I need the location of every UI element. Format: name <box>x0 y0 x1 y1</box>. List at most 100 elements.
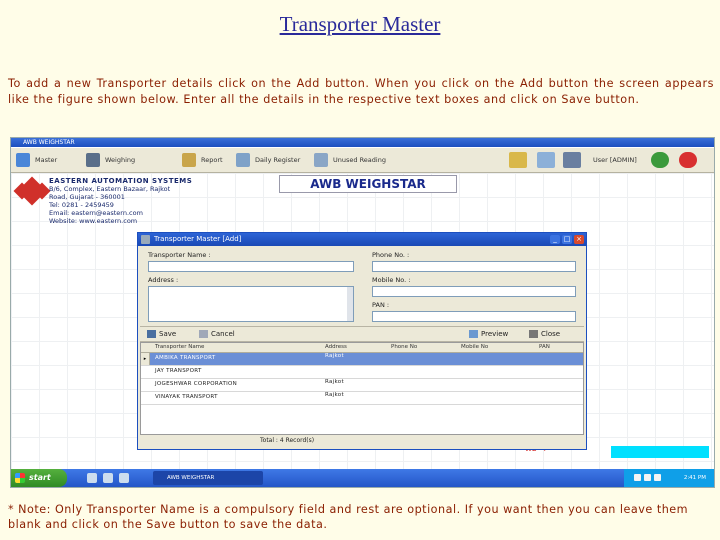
phone-label: Phone No. : <box>372 251 410 259</box>
cancel-label: Cancel <box>211 330 235 338</box>
ie-icon[interactable] <box>87 473 97 483</box>
transporter-table: Transporter Name Address Phone No Mobile… <box>140 342 584 435</box>
company-info: EASTERN AUTOMATION SYSTEMS B/6, Complex,… <box>49 177 279 225</box>
toolbar-weighing-button[interactable]: Weighing <box>85 152 135 168</box>
system-tray: 2:41 PM <box>624 469 714 487</box>
toolbar-unused-reading-label: Unused Reading <box>333 156 386 164</box>
record-count-status: Total : 4 Record(s) <box>140 436 584 446</box>
start-label: start <box>29 473 51 482</box>
company-name: EASTERN AUTOMATION SYSTEMS <box>49 177 193 185</box>
main-toolbar: Master Weighing Report Daily Register Un… <box>11 148 714 173</box>
toolbar-unused-reading-button[interactable]: Unused Reading <box>313 152 386 168</box>
exit-icon[interactable] <box>679 152 697 168</box>
address-cell: Rajkot <box>325 392 344 398</box>
brand-box: AWB WEIGHSTAR <box>279 175 457 193</box>
toolbar-master-button[interactable]: Master <box>15 152 57 168</box>
preview-icon <box>469 330 478 338</box>
dialog-app-icon <box>141 235 150 244</box>
address-cell: Rajkot <box>325 379 344 385</box>
toolbar-daily-register-label: Daily Register <box>255 156 301 164</box>
dialog-title-bar: Transporter Master [Add] _ □ × <box>138 233 586 246</box>
cancel-button[interactable]: Cancel <box>198 328 235 340</box>
table-row[interactable]: JOGESHWAR CORPORATION Rajkot <box>141 379 583 392</box>
column-header[interactable]: Transporter Name <box>155 343 204 352</box>
start-button[interactable]: start <box>11 469 67 487</box>
transporter-name-label: Transporter Name : <box>148 251 211 259</box>
company-line: Website: www.eastern.com <box>49 217 138 225</box>
address-scrollbar[interactable] <box>347 287 353 321</box>
record-count-text: Total : 4 Record(s) <box>260 437 315 444</box>
transporter-name-cell: JOGESHWAR CORPORATION <box>155 381 238 387</box>
tray-icon[interactable] <box>634 474 641 481</box>
app-screenshot: AWB WEIGHSTAR Master Weighing Report Dai… <box>10 137 715 488</box>
keys-icon[interactable] <box>509 152 527 168</box>
taskbar-app-button[interactable]: AWB WEIGHSTAR <box>153 471 263 485</box>
user-label: User [ADMIN] <box>593 156 637 164</box>
table-row[interactable]: JAY TRANSPORT <box>141 366 583 379</box>
save-button[interactable]: Save <box>146 328 176 340</box>
taskbar-clock: 2:41 PM <box>683 475 706 481</box>
dialog-button-bar: Save Cancel Preview Close <box>140 326 584 342</box>
daily-register-icon <box>236 153 250 167</box>
column-header[interactable]: PAN <box>539 343 550 352</box>
weighing-icon <box>86 153 100 167</box>
desktop-icon[interactable] <box>103 473 113 483</box>
close-icon[interactable]: × <box>574 235 584 244</box>
save-icon <box>147 330 156 338</box>
toolbar-master-label: Master <box>35 156 58 164</box>
mobile-label: Mobile No. : <box>372 276 411 284</box>
close-x-icon <box>529 330 538 338</box>
windows-taskbar: start AWB WEIGHSTAR 2:41 PM <box>11 469 714 487</box>
toolbar-daily-register-button[interactable]: Daily Register <box>235 152 300 168</box>
tray-icon[interactable] <box>644 474 651 481</box>
company-line: Tel: 0281 - 2459459 <box>49 201 114 209</box>
weight-display-bar <box>611 446 709 458</box>
taskbar-app-label: AWB WEIGHSTAR <box>167 475 215 481</box>
phone-input[interactable] <box>372 261 576 272</box>
close-label: Close <box>541 330 561 338</box>
table-header: Transporter Name Address Phone No Mobile… <box>141 343 583 353</box>
preview-button[interactable]: Preview <box>468 328 508 340</box>
table-row[interactable]: VINAYAK TRANSPORT Rajkot <box>141 392 583 405</box>
user-icon[interactable] <box>651 152 669 168</box>
toolbar-report-button[interactable]: Report <box>181 152 223 168</box>
tray-icon[interactable] <box>654 474 661 481</box>
folder-icon[interactable] <box>119 473 129 483</box>
user-button[interactable]: User [ADMIN] <box>589 152 637 168</box>
toolbar-weighing-label: Weighing <box>105 156 136 164</box>
pan-input[interactable] <box>372 311 576 322</box>
company-logo <box>13 176 51 206</box>
note-text: * Note: Only Transporter Name is a compu… <box>8 503 689 531</box>
cancel-icon <box>199 330 208 338</box>
save-label: Save <box>159 330 177 338</box>
column-header[interactable]: Address <box>325 343 347 352</box>
close-button[interactable]: Close <box>528 328 560 340</box>
address-cell: Rajkot <box>325 353 344 359</box>
dialog-title: Transporter Master [Add] <box>154 235 242 243</box>
address-textarea[interactable] <box>148 286 354 322</box>
pan-label: PAN : <box>372 301 390 309</box>
maximize-icon[interactable]: □ <box>562 235 572 244</box>
transporter-name-cell: JAY TRANSPORT <box>155 368 202 374</box>
windows-flag-icon <box>15 473 25 483</box>
page-title: Transporter Master <box>279 12 441 36</box>
unused-reading-icon <box>314 153 328 167</box>
transporter-name-cell: VINAYAK TRANSPORT <box>155 394 218 400</box>
transporter-name-input[interactable] <box>148 261 354 272</box>
checklist-icon[interactable] <box>537 152 555 168</box>
instruction-text: To add a new Transporter details click o… <box>8 77 714 106</box>
company-line: Email: eastern@eastern.com <box>49 209 143 217</box>
mobile-input[interactable] <box>372 286 576 297</box>
app-title-bar: AWB WEIGHSTAR <box>11 138 714 147</box>
workspace: EASTERN AUTOMATION SYSTEMS B/6, Complex,… <box>11 173 714 469</box>
minimize-icon[interactable]: _ <box>550 235 560 244</box>
save-disk-icon[interactable] <box>563 152 581 168</box>
master-icon <box>16 153 30 167</box>
column-header[interactable]: Phone No <box>391 343 417 352</box>
preview-label: Preview <box>481 330 509 338</box>
column-header[interactable]: Mobile No <box>461 343 488 352</box>
transporter-name-cell: AMBIKA TRANSPORT <box>155 355 216 361</box>
row-selector-icon: ▸ <box>141 353 150 365</box>
company-line: B/6, Complex, Eastern Bazaar, Rajkot <box>49 185 171 193</box>
table-row[interactable]: ▸ AMBIKA TRANSPORT Rajkot <box>141 353 583 366</box>
